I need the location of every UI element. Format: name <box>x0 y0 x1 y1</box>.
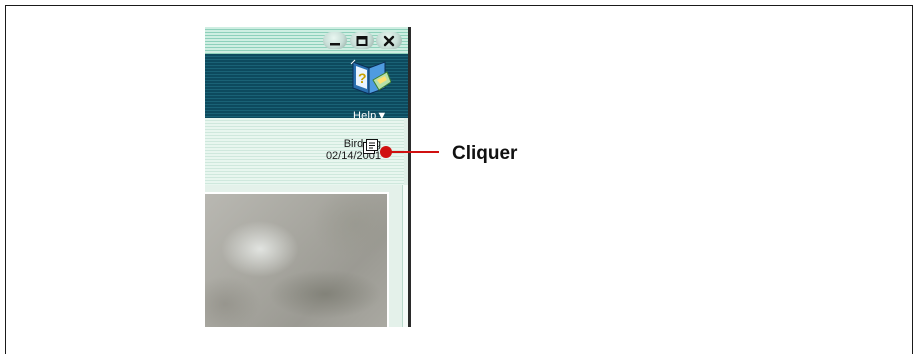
maximize-button[interactable] <box>350 32 374 49</box>
app-window: ? Help▼ Bird.jpg 02/14/2001 <box>205 27 410 327</box>
svg-text:?: ? <box>358 70 367 86</box>
minimize-icon <box>330 42 340 45</box>
callout-label: Cliquer <box>452 143 518 164</box>
minimize-button[interactable] <box>323 32 347 49</box>
close-button[interactable] <box>376 32 402 49</box>
title-bar[interactable] <box>205 27 410 54</box>
preview-area <box>205 185 410 327</box>
image-preview[interactable] <box>205 192 389 327</box>
help-book-icon[interactable]: ? <box>347 58 392 100</box>
maximize-icon <box>356 35 368 46</box>
close-icon <box>383 35 395 46</box>
window-edge <box>408 27 411 327</box>
file-properties-icon[interactable] <box>363 139 379 155</box>
callout-line <box>391 151 439 153</box>
figure-frame <box>5 5 913 354</box>
file-info-panel: Bird.jpg 02/14/2001 <box>205 118 410 193</box>
